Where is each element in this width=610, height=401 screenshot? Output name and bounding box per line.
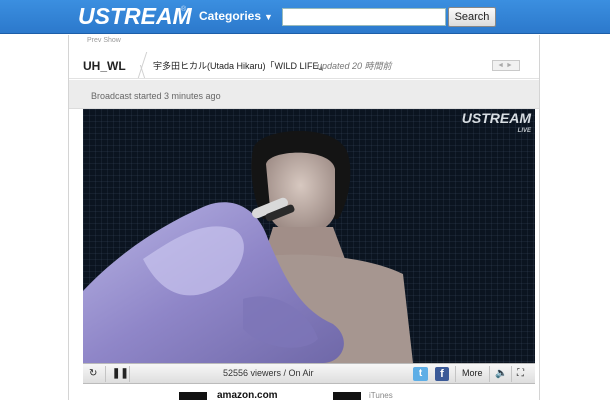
face-shape [266,152,335,235]
search-input[interactable] [282,8,446,26]
top-bar: USTREAM ® Categories ▼ Search [0,0,610,34]
affiliate-row: amazon.com iTunes [69,385,539,401]
divider [511,366,512,382]
itunes-link[interactable]: iTunes [369,391,393,400]
search-button[interactable]: Search [448,7,496,27]
channel-name[interactable]: UH_WL [83,59,126,73]
divider [129,366,130,382]
twitter-icon[interactable]: t [413,367,428,381]
video-player[interactable]: USTREAM LIVE [83,109,535,363]
broadcast-status: Broadcast started 3 minutes ago [91,91,221,101]
categories-label: Categories [199,9,262,23]
channel-page: Prev Show UH_WL 宇多田ヒカル(Utada Hikaru)「WIL… [68,35,540,401]
video-frame [83,130,413,363]
volume-icon[interactable]: 🔈 [495,367,507,381]
registered-mark: ® [181,6,187,13]
ustream-logo[interactable]: USTREAM [78,3,192,30]
divider [489,366,490,382]
album-thumbnail[interactable] [333,392,361,400]
divider [455,366,456,382]
channel-header: UH_WL 宇多田ヒカル(Utada Hikaru)「WILD LIFE」 up… [69,48,539,79]
more-button[interactable]: More [462,368,483,378]
broadcast-status-bar: Broadcast started 3 minutes ago [69,80,539,109]
fullscreen-icon[interactable]: ⛶ [517,367,524,381]
viewer-count: 52556 viewers / On Air [223,368,314,378]
watermark-text: USTREAM [461,110,531,126]
ustream-live-watermark: USTREAM LIVE [461,110,531,138]
divider [105,366,106,382]
facebook-icon[interactable]: f [435,367,449,381]
album-thumbnail[interactable] [179,392,207,400]
refresh-icon[interactable]: ↻ [89,367,97,381]
prev-next-arrows-icon[interactable]: ◄► [492,60,520,71]
prev-show-link[interactable]: Prev Show [87,37,121,44]
amazon-link[interactable]: amazon.com [217,390,278,401]
watermark-live: LIVE [517,128,531,134]
caret-down-icon: ▼ [264,12,273,22]
show-title: 宇多田ヒカル(Utada Hikaru)「WILD LIFE」 [153,61,328,71]
updated-time: updated 20 時間前 [317,61,392,71]
player-controls: ↻ ❚❚ 52556 viewers / On Air t f More 🔈 ⛶ [83,363,535,384]
pause-icon[interactable]: ❚❚ [112,367,129,381]
breadcrumb-separator-lower [126,65,146,78]
categories-menu[interactable]: Categories ▼ [199,9,273,23]
